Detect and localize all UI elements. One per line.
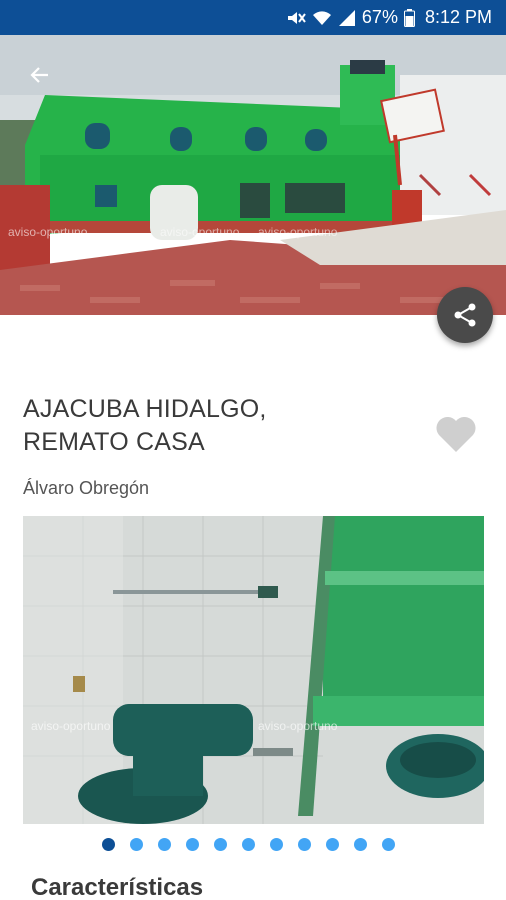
listing-title-line2: REMATO CASA xyxy=(23,428,205,456)
pagination-dot[interactable] xyxy=(269,838,283,851)
hero-house-image: aviso-oportuno aviso-oportuno aviso-opor… xyxy=(0,35,506,315)
favorite-button[interactable] xyxy=(432,412,480,456)
pagination-dot[interactable] xyxy=(353,838,367,851)
pagination-dot[interactable] xyxy=(381,838,395,851)
mute-icon xyxy=(286,9,306,27)
back-button[interactable] xyxy=(22,62,58,88)
hero-watermark-left: aviso-oportuno xyxy=(8,225,88,239)
gallery-bathroom-image: aviso-oportuno aviso-oportuno xyxy=(23,516,484,824)
gallery-pagination xyxy=(0,838,506,852)
listing-location: Álvaro Obregón xyxy=(23,478,150,498)
clock: 8:12 PM xyxy=(424,7,492,27)
pagination-dot[interactable] xyxy=(241,838,255,851)
wifi-icon xyxy=(312,9,332,27)
pagination-dot[interactable] xyxy=(297,838,311,851)
signal-icon xyxy=(338,9,356,27)
features-section-title: Características xyxy=(31,874,204,900)
pagination-dot[interactable] xyxy=(213,838,227,851)
battery-icon xyxy=(403,8,415,27)
pagination-dot[interactable] xyxy=(185,838,199,851)
hero-photo[interactable]: aviso-oportuno aviso-oportuno aviso-opor… xyxy=(0,35,506,315)
share-icon xyxy=(454,303,476,327)
pagination-dot[interactable] xyxy=(325,838,339,851)
hero-watermark-mid: aviso-oportuno xyxy=(160,225,240,239)
heart-icon xyxy=(436,416,476,452)
pagination-dot[interactable] xyxy=(101,838,115,851)
battery-percent: 67% xyxy=(361,7,398,27)
pagination-dot[interactable] xyxy=(129,838,143,851)
arrow-back-icon xyxy=(30,67,48,83)
listing-title: AJACUBA HIDALGO, REMATO CASA xyxy=(23,393,383,459)
gallery-watermark-left: aviso-oportuno xyxy=(31,719,111,733)
gallery-watermark-right: aviso-oportuno xyxy=(258,719,338,733)
pagination-dot[interactable] xyxy=(157,838,171,851)
listing-title-line1: AJACUBA HIDALGO, xyxy=(23,395,267,423)
photo-gallery[interactable]: aviso-oportuno aviso-oportuno xyxy=(23,516,484,824)
share-button[interactable] xyxy=(437,287,493,343)
hero-watermark-right: aviso-oportuno xyxy=(258,225,338,239)
status-bar: 67% 8:12 PM xyxy=(0,0,506,35)
